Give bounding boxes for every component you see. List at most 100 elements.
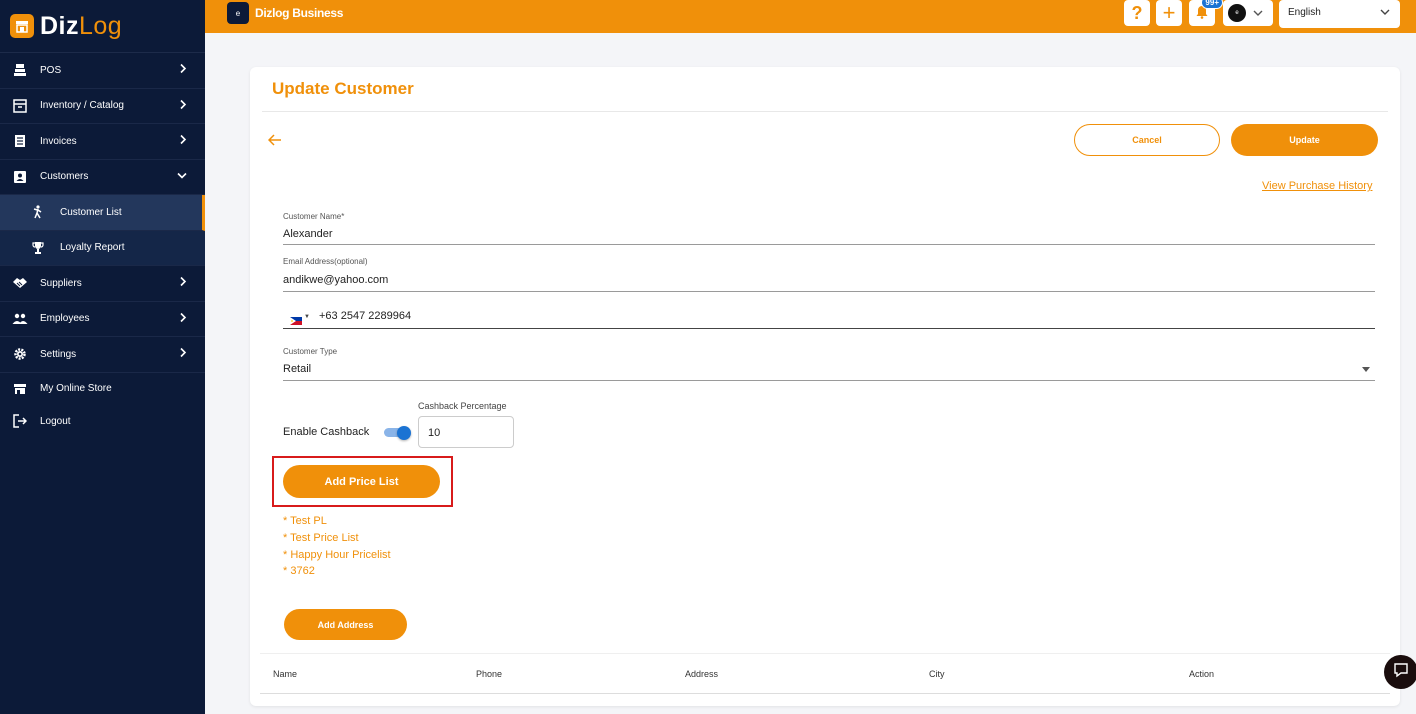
column-header-address: Address	[685, 669, 719, 679]
customer-name-value: Alexander	[283, 228, 333, 240]
sidebar-item-pos[interactable]: POS	[0, 53, 205, 89]
view-purchase-history-link[interactable]: View Purchase History	[1262, 180, 1372, 192]
chevron-right-icon	[179, 348, 187, 361]
trophy-icon	[30, 240, 46, 256]
sidebar-item-employees[interactable]: Employees	[0, 302, 205, 337]
phone-input[interactable]: +63 2547 2289964	[319, 310, 411, 322]
business-icon[interactable]: e	[227, 2, 249, 24]
customer-name-field[interactable]: Customer Name* Alexander	[283, 207, 1375, 245]
table-header-border	[260, 693, 1390, 694]
chevron-right-icon	[179, 64, 187, 77]
sidebar-item-invoices[interactable]: Invoices	[0, 124, 205, 160]
sidebar-item-label: Loyalty Report	[60, 242, 125, 254]
sidebar-item-customer-list[interactable]: Customer List	[0, 195, 205, 231]
language-value: English	[1288, 7, 1321, 18]
plus-icon: +	[1162, 0, 1176, 25]
chevron-right-icon	[179, 99, 187, 112]
sidebar-item-customers[interactable]: Customers	[0, 160, 205, 195]
column-header-phone: Phone	[476, 669, 503, 679]
sidebar-item-loyalty-report[interactable]: Loyalty Report	[0, 230, 205, 266]
contact-card-icon	[12, 169, 28, 185]
archive-icon	[12, 98, 28, 114]
help-button[interactable]: ?	[1124, 0, 1150, 26]
sidebar-item-label: My Online Store	[40, 383, 112, 395]
logout-icon	[12, 413, 28, 429]
account-menu[interactable]: e	[1223, 0, 1273, 26]
phone-underline	[283, 328, 1375, 329]
list-item: * Test PL	[283, 515, 327, 527]
update-customer-card: Update Customer Cancel Update View Purch…	[250, 67, 1400, 706]
question-icon: ?	[1131, 2, 1143, 23]
column-header-name: Name	[273, 669, 298, 679]
table-top-border	[260, 653, 1390, 654]
business-name[interactable]: Dizlog Business	[255, 6, 343, 20]
sidebar-item-logout[interactable]: Logout	[0, 405, 205, 438]
sidebar-item-suppliers[interactable]: Suppliers	[0, 266, 205, 302]
logo-text-part1: Diz	[40, 11, 79, 40]
sidebar-item-label: Employees	[40, 313, 90, 325]
caret-down-icon[interactable]	[1362, 367, 1370, 372]
app-logo[interactable]: DizLog	[0, 0, 205, 53]
add-address-button[interactable]: Add Address	[284, 609, 407, 640]
logo-text-part2: Log	[79, 11, 123, 40]
sidebar-item-label: Invoices	[40, 135, 77, 147]
sidebar-item-label: Customer List	[60, 206, 122, 218]
language-select[interactable]: English	[1279, 0, 1400, 28]
gear-icon	[12, 346, 28, 362]
chevron-right-icon	[179, 135, 187, 148]
sidebar-item-inventory[interactable]: Inventory / Catalog	[0, 89, 205, 124]
email-field[interactable]: Email Address(optional) andikwe@yahoo.co…	[283, 253, 1375, 292]
chevron-down-icon	[1253, 4, 1263, 22]
people-icon	[12, 311, 28, 327]
add-button[interactable]: +	[1156, 0, 1182, 26]
update-button[interactable]: Update	[1231, 124, 1378, 156]
back-arrow-icon[interactable]	[267, 133, 282, 151]
top-bar: e Dizlog Business ? + 99+ e English	[205, 0, 1416, 33]
cash-register-icon	[12, 62, 28, 78]
list-item: * 3762	[283, 565, 315, 578]
page-title: Update Customer	[272, 79, 414, 98]
notification-badge: 99+	[1201, 0, 1223, 9]
list-item: * Test Price List	[283, 531, 359, 544]
column-header-action: Action	[1189, 669, 1215, 679]
column-header-city: City	[929, 669, 945, 679]
customer-type-label: Customer Type	[283, 347, 338, 356]
sidebar: DizLog POS Inventory / Catalog Invoices …	[0, 0, 205, 714]
chevron-down-icon	[177, 171, 187, 182]
chat-icon	[1393, 662, 1409, 683]
person-walking-icon	[30, 204, 46, 220]
sidebar-item-settings[interactable]: Settings	[0, 337, 205, 373]
add-price-list-button[interactable]: Add Price List	[283, 465, 440, 498]
sidebar-item-online-store[interactable]: My Online Store	[0, 373, 205, 406]
sidebar-item-label: POS	[40, 64, 62, 76]
title-divider	[262, 111, 1388, 112]
chevron-right-icon	[179, 312, 187, 325]
country-dropdown-caret-icon[interactable]: ▼	[304, 314, 310, 320]
list-item: * Happy Hour Pricelist	[283, 548, 391, 561]
notifications-button[interactable]: 99+	[1189, 0, 1223, 26]
enable-cashback-label: Enable Cashback	[283, 426, 370, 438]
customer-type-value: Retail	[283, 363, 312, 375]
chat-widget-button[interactable]	[1384, 655, 1416, 689]
sidebar-item-label: Suppliers	[40, 277, 82, 289]
toggle-knob	[397, 426, 411, 440]
cashback-toggle[interactable]	[384, 426, 411, 440]
sidebar-item-label: Settings	[40, 348, 77, 360]
cashback-percentage-input[interactable]: 10	[418, 416, 514, 448]
invoice-icon	[12, 133, 28, 149]
email-label: Email Address(optional)	[283, 257, 368, 266]
store-icon	[10, 14, 34, 38]
handshake-icon	[12, 275, 28, 291]
philippines-flag-icon[interactable]	[290, 312, 302, 325]
chevron-down-icon	[1380, 8, 1390, 19]
customer-type-select[interactable]: Customer Type Retail	[283, 343, 1375, 381]
cancel-button[interactable]: Cancel	[1074, 124, 1220, 156]
sidebar-item-label: Customers	[40, 171, 89, 183]
cashback-percentage-label: Cashback Percentage	[418, 401, 507, 411]
email-value: andikwe@yahoo.com	[283, 274, 389, 286]
sidebar-item-label: Inventory / Catalog	[40, 100, 124, 112]
chevron-right-icon	[179, 277, 187, 290]
sidebar-item-label: Logout	[40, 415, 71, 427]
price-list: * Test PL * Test Price List * Happy Hour…	[283, 513, 391, 580]
storefront-icon	[12, 381, 28, 397]
